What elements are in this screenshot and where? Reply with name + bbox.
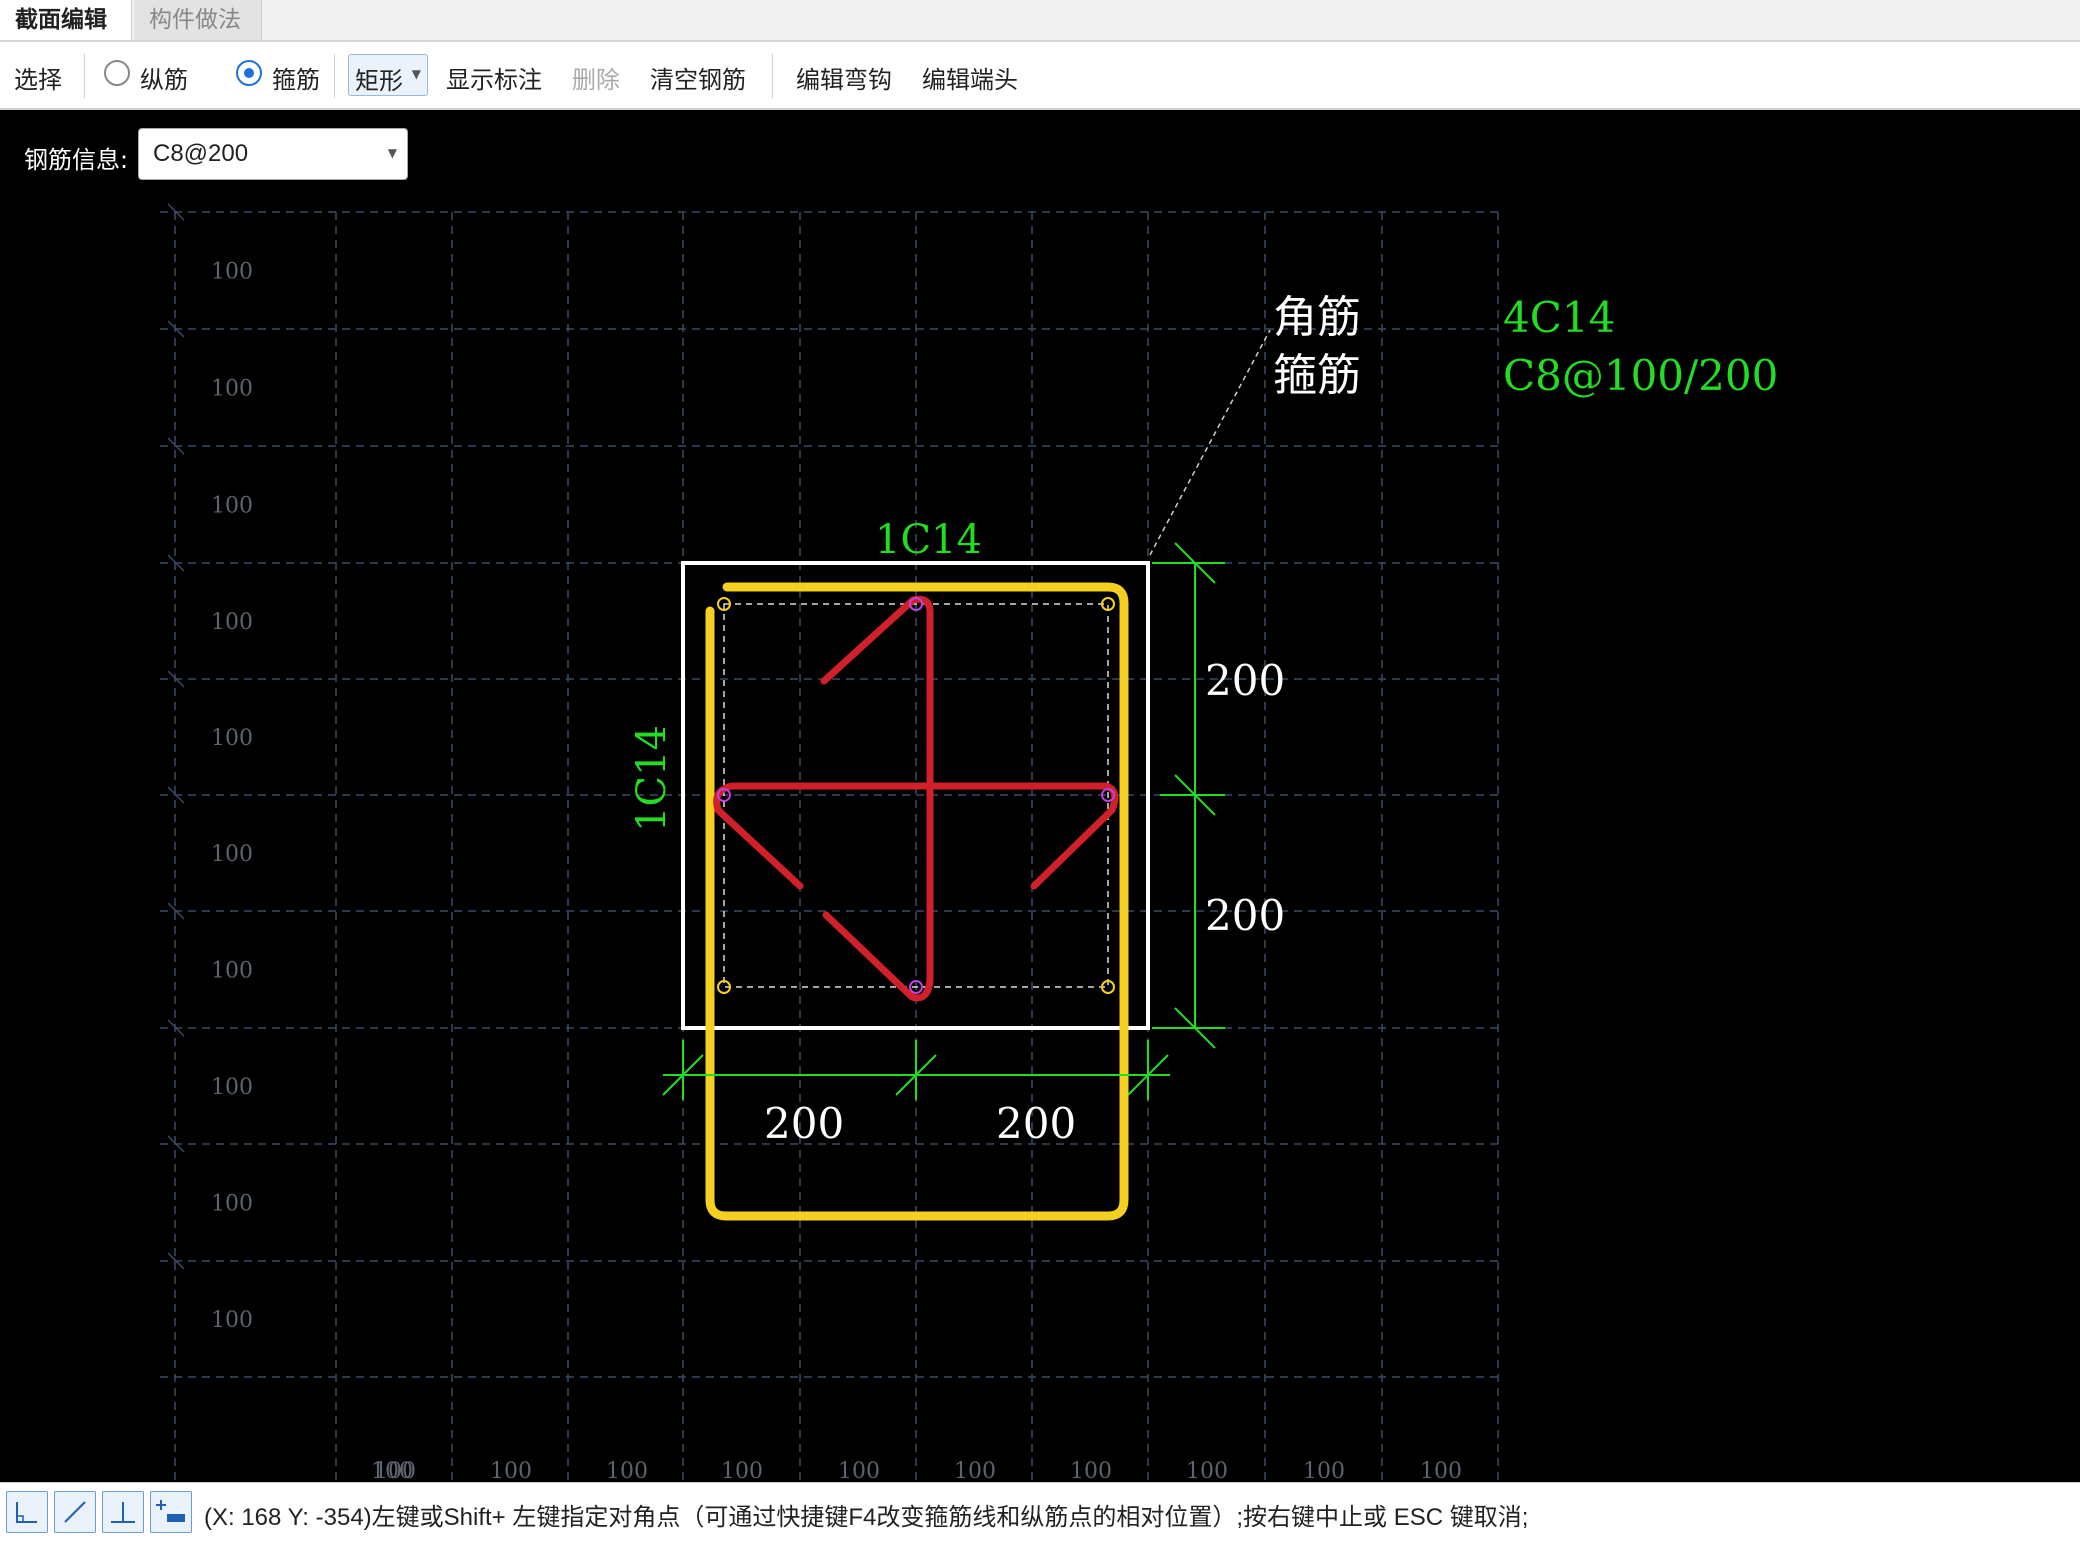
grid-col-label: 100 <box>606 1459 648 1482</box>
toolbar-separator <box>84 54 85 98</box>
shape-dropdown[interactable]: 矩形 ▼ <box>348 54 428 96</box>
grid-col-label: 100 <box>1186 1459 1228 1482</box>
grid-col-label: 100 <box>1070 1459 1112 1482</box>
grid-row-label: 100 <box>211 1192 253 1217</box>
show-annotation-button[interactable]: 显示标注 <box>446 60 542 95</box>
dimension-right <box>1152 542 1225 1049</box>
grid-row-label: 100 <box>211 377 253 402</box>
grid-col-label: 100 <box>954 1459 996 1482</box>
legend-corner-value: 4C14 <box>1503 293 1615 342</box>
grid-row-label: 100 <box>211 260 253 285</box>
radio-longitudinal-label[interactable]: 纵筋 <box>140 60 188 95</box>
shape-dropdown-label: 矩形 <box>355 67 403 95</box>
tab-bar: 截面编辑 构件做法 <box>0 0 2080 42</box>
tab-component-method[interactable]: 构件做法 <box>134 0 262 40</box>
dimension-text: 200 <box>764 1099 844 1148</box>
legend-stirrup-value: C8@100/200 <box>1503 351 1778 400</box>
grid-col-label: 100 <box>371 1459 413 1482</box>
dimension-bottom <box>662 1040 1170 1100</box>
line-icon[interactable] <box>54 1491 96 1533</box>
grid-col-label: 100 <box>1420 1459 1462 1482</box>
toolbar-separator <box>334 54 335 98</box>
perpendicular-icon[interactable] <box>102 1491 144 1533</box>
delete-button[interactable]: 删除 <box>572 60 620 95</box>
tab-section-edit[interactable]: 截面编辑 <box>0 0 132 40</box>
grid-col-label: 100 <box>721 1459 763 1482</box>
grid-col-label: 100 <box>838 1459 880 1482</box>
chevron-down-icon: ▼ <box>387 146 397 160</box>
status-bar: (X: 168 Y: -354)左键或Shift+ 左键指定对角点（可通过快捷键… <box>0 1482 2080 1541</box>
radio-longitudinal[interactable] <box>104 60 130 86</box>
dimension-text: 200 <box>1205 891 1285 940</box>
leader-line <box>1149 329 1271 556</box>
edit-end-button[interactable]: 编辑端头 <box>922 60 1018 95</box>
status-message: (X: 168 Y: -354)左键或Shift+ 左键指定对角点（可通过快捷键… <box>204 1504 1529 1531</box>
toolbar-separator <box>772 54 773 98</box>
dimension-text: 200 <box>1205 656 1285 705</box>
top-rebar-label: 1C14 <box>875 517 982 563</box>
chevron-down-icon: ▼ <box>411 67 421 81</box>
add-point-icon[interactable] <box>150 1491 192 1533</box>
grid-row-label: 100 <box>211 1308 253 1333</box>
select-button[interactable]: 选择 <box>14 60 62 95</box>
grid-row-label: 100 <box>211 959 253 984</box>
grid-row-label: 100 <box>211 1075 253 1100</box>
legend-corner-label: 角筋 <box>1273 292 1361 343</box>
rebar-info-combo[interactable]: C8@200 ▼ <box>138 128 408 180</box>
vertical-tie <box>820 595 934 1002</box>
rebar-info-value: C8@200 <box>153 140 249 167</box>
grid-row-label: 100 <box>211 842 253 867</box>
side-rebar-label: 1C14 <box>629 725 675 832</box>
legend-stirrup-label: 箍筋 <box>1273 350 1361 401</box>
drawing-canvas[interactable]: 100 100 100 100 100 100 100 100 100 100 100 100 100 1… <box>0 110 2080 1482</box>
grid-row-label: 100 <box>211 494 253 519</box>
radio-stirrup-label[interactable]: 箍筋 <box>272 60 320 95</box>
toolbar: 选择 纵筋 箍筋 矩形 ▼ 显示标注 删除 清空钢筋 编辑弯钩 编辑端头 <box>0 42 2080 110</box>
clear-rebar-button[interactable]: 清空钢筋 <box>650 60 746 95</box>
grid-col-label: 100 <box>1303 1459 1345 1482</box>
grid-row-label: 100 <box>211 610 253 635</box>
grid-row-label: 100 <box>211 726 253 751</box>
inner-stirrups[interactable] <box>713 595 1119 1002</box>
dimension-text: 200 <box>996 1099 1076 1148</box>
radio-stirrup[interactable] <box>236 60 262 86</box>
orthogonal-icon[interactable] <box>6 1491 48 1533</box>
rebar-info-label: 钢筋信息: <box>24 146 129 174</box>
edit-hook-button[interactable]: 编辑弯钩 <box>796 60 892 95</box>
grid-col-label: 100 <box>490 1459 532 1482</box>
